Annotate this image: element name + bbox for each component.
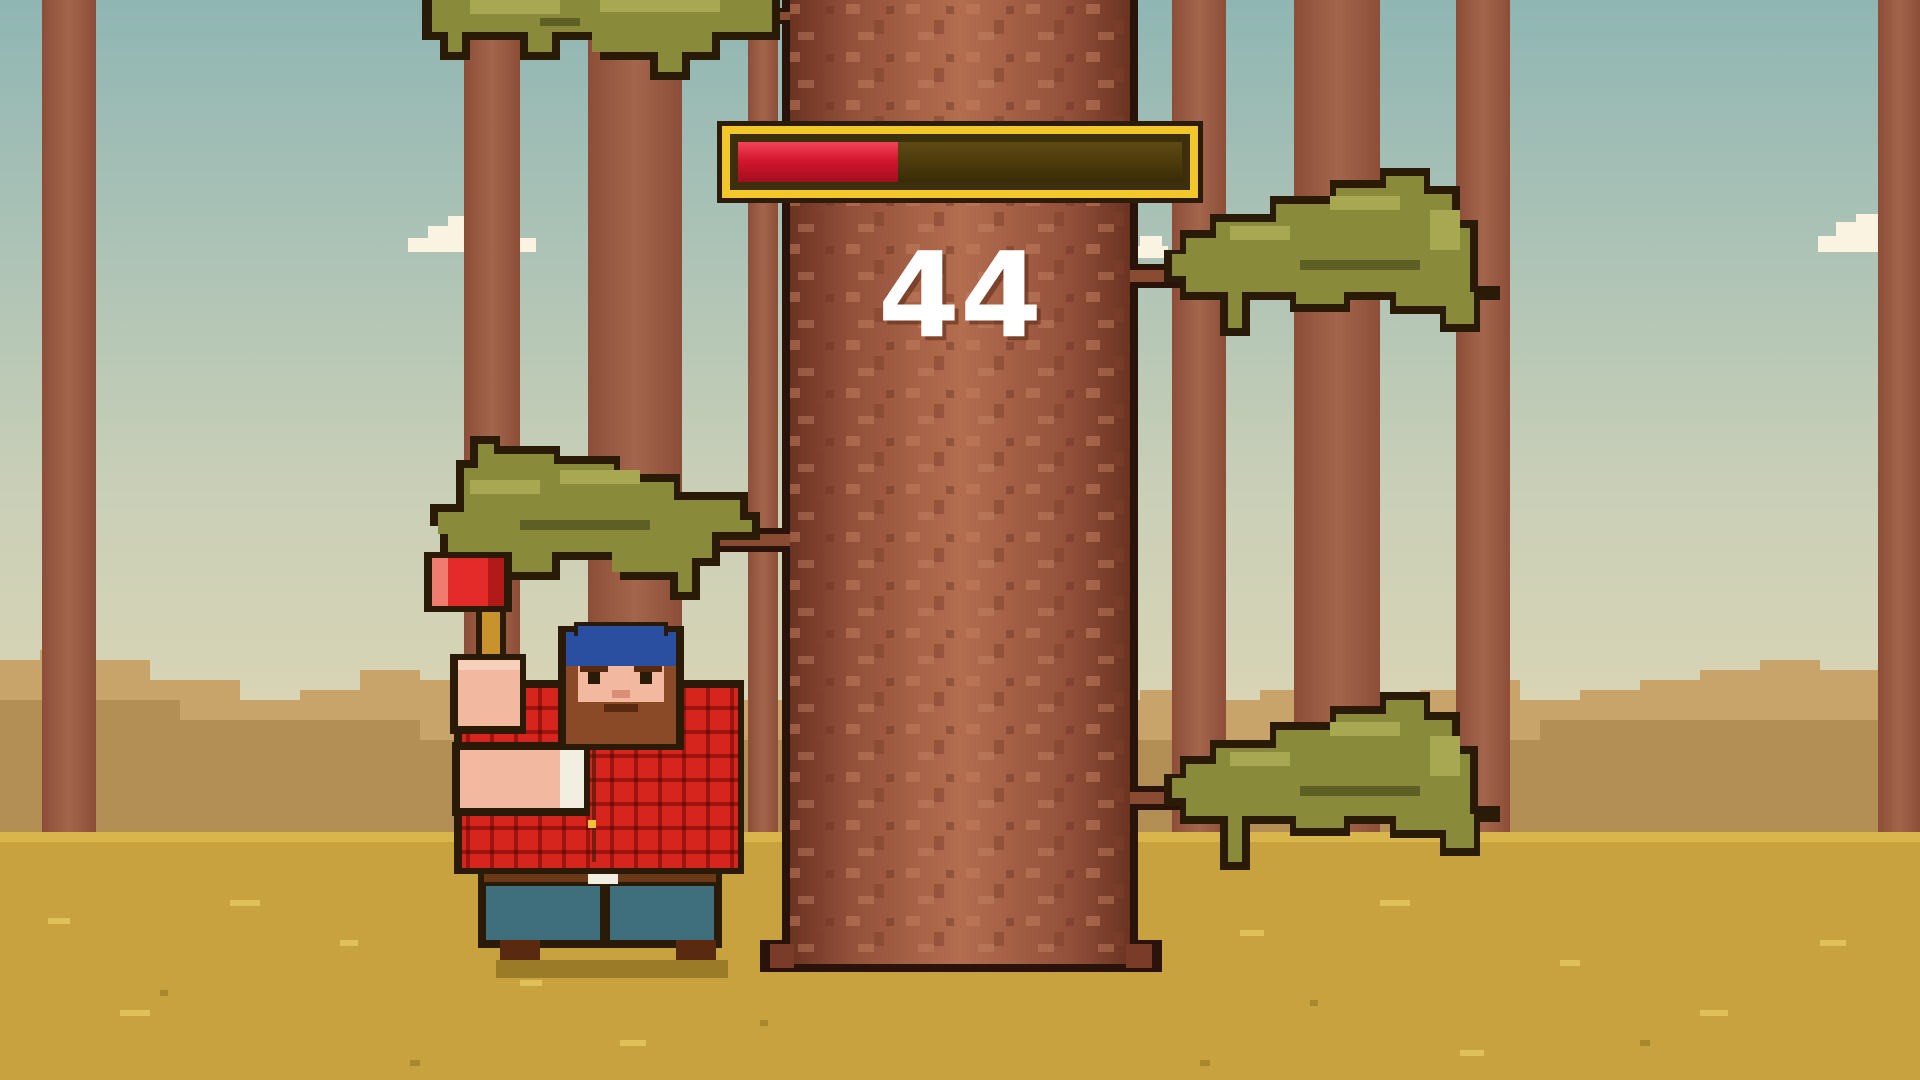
time-remaining-bar xyxy=(717,121,1203,203)
lumberjack-head xyxy=(558,622,684,750)
time-remaining-empty xyxy=(898,142,1182,182)
background-tree xyxy=(42,0,96,840)
player-shadow xyxy=(496,960,728,978)
background-tree xyxy=(1456,0,1510,840)
score-counter: 44 xyxy=(877,226,1043,364)
time-remaining-fill xyxy=(738,142,898,182)
axe-icon xyxy=(424,552,512,612)
background-tree xyxy=(1878,0,1920,840)
